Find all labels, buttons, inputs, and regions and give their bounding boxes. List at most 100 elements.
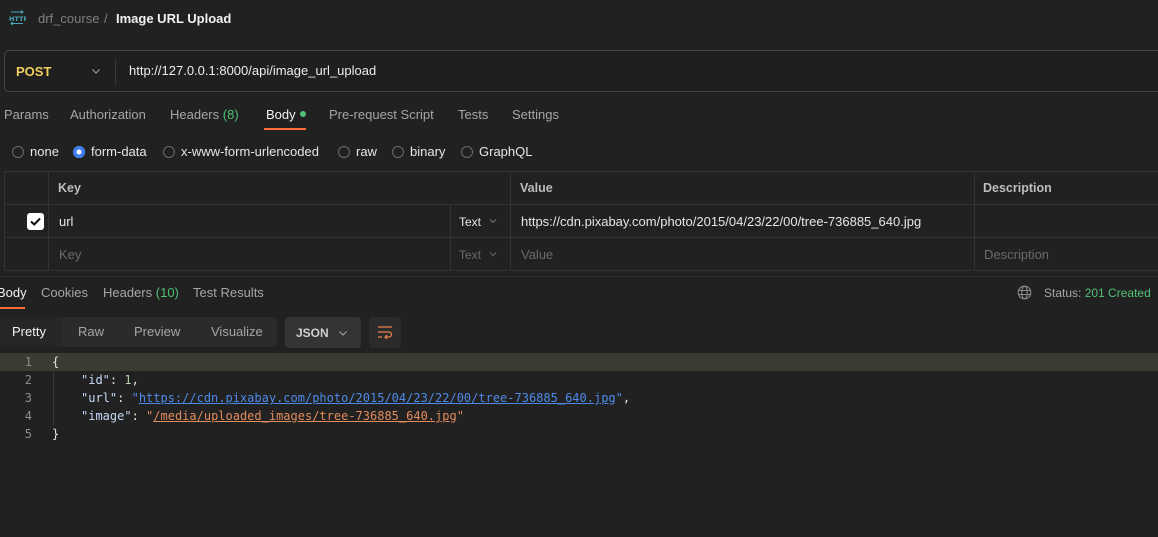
json-image-path[interactable]: /media/uploaded_images/tree-736885_640.j… bbox=[153, 409, 456, 423]
radio-circle-selected bbox=[73, 145, 85, 158]
tab-body[interactable]: Body bbox=[266, 107, 306, 122]
view-visualize[interactable]: Visualize bbox=[211, 324, 263, 339]
response-status: Status: 201 Created bbox=[1044, 286, 1151, 300]
value-input-placeholder[interactable]: Value bbox=[521, 247, 553, 262]
json-field-id: "id": 1, bbox=[81, 373, 139, 387]
cell-border bbox=[974, 205, 975, 237]
radio-x-www-form-urlencoded[interactable]: x-www-form-urlencoded bbox=[163, 144, 319, 159]
response-tab-cookies[interactable]: Cookies bbox=[41, 285, 88, 300]
cell-border bbox=[510, 238, 511, 271]
code-line: 5 } bbox=[0, 425, 1158, 443]
response-tab-headers-label: Headers bbox=[103, 285, 153, 300]
code-line: 4 "image": "/media/uploaded_images/tree-… bbox=[0, 407, 1158, 425]
json-key: "image" bbox=[81, 409, 132, 423]
response-body-code[interactable]: 1 { 2 "id": 1, 3 "url": "https://cdn.pix… bbox=[0, 353, 1158, 443]
active-tab-indicator bbox=[0, 307, 25, 309]
cell-border bbox=[48, 205, 49, 237]
chevron-down-icon bbox=[489, 252, 497, 257]
line-number: 1 bbox=[24, 355, 32, 369]
radio-label: binary bbox=[410, 144, 446, 159]
view-pretty[interactable]: Pretty bbox=[12, 324, 46, 339]
json-field-image: "image": "/media/uploaded_images/tree-73… bbox=[81, 409, 464, 423]
radio-label: GraphQL bbox=[479, 144, 533, 159]
tab-headers[interactable]: Headers (8) bbox=[170, 107, 239, 122]
view-mode-segmented-control: Pretty Raw Preview Visualize bbox=[0, 317, 277, 347]
radio-graphql[interactable]: GraphQL bbox=[461, 144, 532, 159]
radio-circle bbox=[338, 145, 350, 158]
radio-raw[interactable]: raw bbox=[338, 144, 377, 159]
row-enabled-checkbox[interactable] bbox=[27, 213, 44, 230]
breadcrumb-collection[interactable]: drf_course bbox=[38, 11, 99, 26]
wrap-lines-button[interactable] bbox=[369, 317, 401, 348]
request-title[interactable]: Image URL Upload bbox=[116, 11, 231, 26]
divider bbox=[115, 59, 116, 85]
breadcrumb-separator: / bbox=[104, 11, 108, 26]
indent-guide bbox=[53, 371, 54, 425]
view-raw[interactable]: Raw bbox=[78, 324, 104, 339]
radio-label: form-data bbox=[91, 144, 147, 159]
code-line: 3 "url": "https://cdn.pixabay.com/photo/… bbox=[0, 389, 1158, 407]
tab-params[interactable]: Params bbox=[4, 107, 49, 122]
tab-body-label: Body bbox=[266, 107, 296, 122]
json-key: "url" bbox=[81, 391, 118, 405]
column-header-value: Value bbox=[520, 181, 553, 195]
tab-headers-label: Headers bbox=[170, 107, 220, 122]
description-input-placeholder[interactable]: Description bbox=[984, 247, 1049, 262]
status-value: 201 Created bbox=[1084, 286, 1151, 300]
radio-label: x-www-form-urlencoded bbox=[181, 144, 319, 159]
globe-icon[interactable] bbox=[1017, 285, 1032, 300]
radio-circle bbox=[392, 145, 404, 158]
line-number: 2 bbox=[24, 373, 32, 387]
tab-tests[interactable]: Tests bbox=[458, 107, 488, 122]
key-input-placeholder[interactable]: Key bbox=[59, 247, 81, 262]
table-header-row: Key Value Description bbox=[4, 172, 1158, 205]
cell-border bbox=[4, 205, 5, 237]
cell-border bbox=[974, 172, 975, 204]
chevron-down-icon[interactable] bbox=[91, 66, 101, 76]
response-tab-test-results[interactable]: Test Results bbox=[193, 285, 264, 300]
value-field[interactable]: https://cdn.pixabay.com/photo/2015/04/23… bbox=[521, 214, 921, 229]
url-input[interactable]: http://127.0.0.1:8000/api/image_url_uplo… bbox=[129, 63, 376, 78]
cell-border bbox=[4, 238, 5, 271]
cell-border bbox=[48, 238, 49, 271]
radio-form-data[interactable]: form-data bbox=[73, 144, 147, 159]
radio-none[interactable]: none bbox=[12, 144, 59, 159]
json-url-link[interactable]: https://cdn.pixabay.com/photo/2015/04/23… bbox=[139, 391, 616, 405]
json-brace: { bbox=[52, 355, 60, 369]
key-field[interactable]: url bbox=[59, 214, 73, 229]
radio-circle bbox=[163, 145, 175, 158]
cell-border bbox=[974, 238, 975, 271]
tab-pre-request-script[interactable]: Pre-request Script bbox=[329, 107, 434, 122]
radio-binary[interactable]: binary bbox=[392, 144, 445, 159]
chevron-down-icon bbox=[339, 331, 347, 336]
type-select[interactable]: Text bbox=[459, 215, 497, 229]
radio-circle bbox=[12, 145, 24, 158]
status-label: Status: bbox=[1044, 286, 1082, 300]
code-line: 2 "id": 1, bbox=[0, 371, 1158, 389]
line-number: 4 bbox=[24, 409, 32, 423]
divider bbox=[0, 276, 1158, 277]
format-label: JSON bbox=[296, 326, 329, 340]
cell-border bbox=[510, 172, 511, 204]
line-number: 3 bbox=[24, 391, 32, 405]
svg-text:HTTP: HTTP bbox=[9, 15, 26, 23]
column-header-key: Key bbox=[58, 181, 81, 195]
response-tab-headers[interactable]: Headers (10) bbox=[103, 285, 179, 300]
radio-circle bbox=[461, 145, 473, 158]
format-select[interactable]: JSON bbox=[285, 317, 361, 348]
tab-authorization[interactable]: Authorization bbox=[70, 107, 146, 122]
form-data-table: Key Value Description url Text https://c… bbox=[4, 171, 1158, 271]
tab-settings[interactable]: Settings bbox=[512, 107, 559, 122]
body-indicator-dot bbox=[299, 111, 306, 117]
type-label: Text bbox=[459, 215, 482, 229]
json-number: 1 bbox=[124, 373, 132, 387]
type-label: Text bbox=[459, 248, 482, 262]
method-select[interactable]: POST bbox=[16, 64, 51, 79]
cell-border bbox=[4, 172, 5, 204]
breadcrumb: HTTP drf_course / Image URL Upload bbox=[0, 0, 1158, 38]
radio-label: none bbox=[30, 144, 59, 159]
view-preview[interactable]: Preview bbox=[134, 324, 180, 339]
response-tab-body[interactable]: Body bbox=[0, 285, 27, 300]
wrap-lines-icon bbox=[378, 326, 393, 340]
type-select[interactable]: Text bbox=[459, 248, 497, 262]
